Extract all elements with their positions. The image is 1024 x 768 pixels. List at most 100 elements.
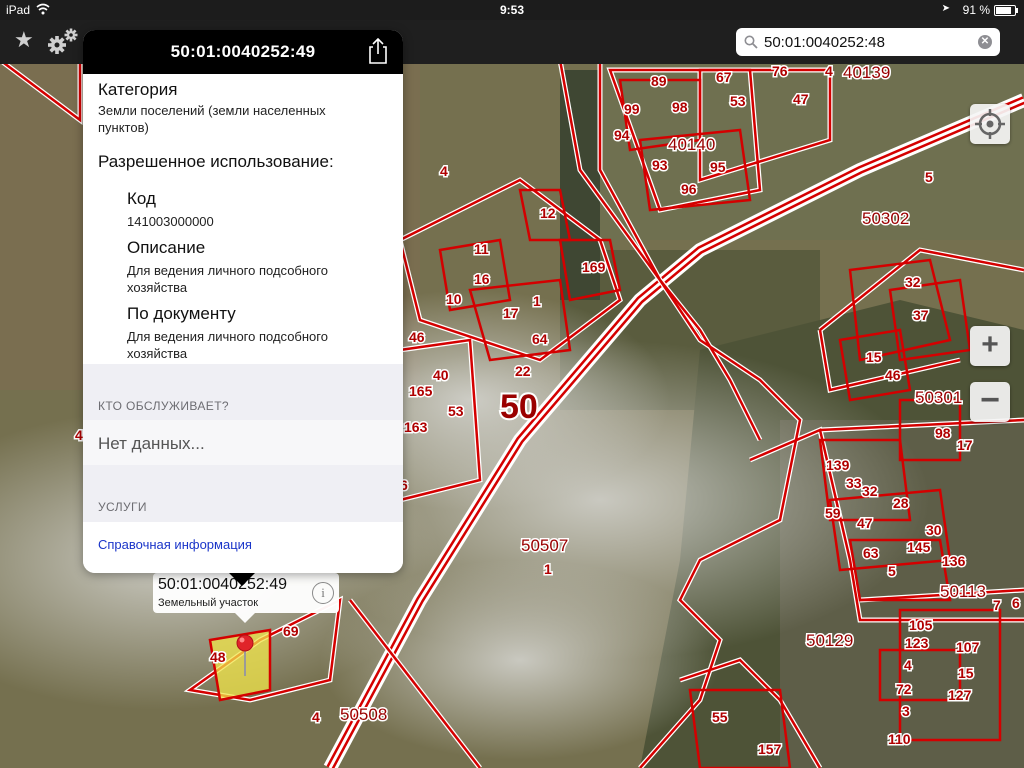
serviced-by-value: Нет данных...: [98, 434, 205, 453]
code-label: Код: [127, 189, 156, 208]
parcel-number-label: 47: [793, 91, 809, 107]
parcel-number-label: 10: [446, 291, 462, 307]
parcel-number-label: 17: [957, 437, 973, 453]
parcel-number-label: 5: [888, 563, 896, 579]
parcel-number-label: 127: [948, 687, 972, 703]
parcel-number-label: 93: [652, 157, 668, 173]
block-label: 40140: [668, 135, 715, 154]
parcel-number-label: 53: [730, 93, 746, 109]
parcel-number-label: 123: [905, 635, 929, 651]
parcel-info-popover: 50:01:0040252:49 Категория Земли поселен…: [83, 30, 403, 573]
code-value: 141003000000: [127, 214, 214, 229]
parcel-number-label: 99: [624, 101, 640, 117]
parcel-number-label: 67: [716, 69, 732, 85]
zoom-out-button[interactable]: −: [970, 382, 1010, 422]
parcel-number-label: 98: [672, 99, 688, 115]
parcel-number-label: 3: [902, 703, 910, 719]
parcel-number-label: 59: [825, 505, 841, 521]
parcel-number-label: 17: [503, 305, 519, 321]
parcel-number-label: 48: [210, 649, 226, 665]
parcel-number-label: 53: [448, 403, 464, 419]
parcel-number-label: 145: [907, 539, 931, 555]
parcel-number-label: 11: [474, 241, 489, 257]
block-label: 50302: [862, 209, 909, 228]
parcel-number-label: 4: [904, 657, 912, 673]
by-document-label: По документу: [127, 304, 236, 323]
callout-title: 50:01:0040252:49: [158, 576, 288, 593]
status-bar: iPad 9:53 ➤ 91 %: [0, 0, 1024, 20]
search-bar[interactable]: ✕: [736, 28, 1000, 56]
star-icon[interactable]: ★: [14, 29, 34, 51]
parcel-number-label: 4: [312, 709, 320, 725]
parcel-number-label: 169: [582, 259, 606, 275]
parcel-number-label: 157: [758, 741, 782, 757]
parcel-number-label: 32: [862, 483, 878, 499]
parcel-number-label: 12: [540, 205, 556, 221]
clear-icon[interactable]: ✕: [978, 35, 992, 49]
parcel-number-label: 139: [826, 457, 850, 473]
gear-icon[interactable]: [46, 26, 80, 56]
category-value: Земли поселений (земли населенных пункто…: [98, 103, 326, 135]
parcel-number-label: 72: [896, 681, 912, 697]
parcel-number-label: 15: [958, 665, 974, 681]
parcel-number-label: 76: [772, 63, 788, 79]
services-header: УСЛУГИ: [98, 500, 147, 514]
block-label: 40139: [843, 63, 890, 82]
share-icon[interactable]: [367, 38, 389, 64]
map-pin-icon[interactable]: [234, 634, 256, 676]
parcel-number-label: 37: [913, 307, 929, 323]
parcel-number-label: 1: [533, 293, 541, 309]
description-value: Для ведения личного подсобного хозяйства: [127, 263, 328, 295]
parcel-number-label: 4: [440, 163, 448, 179]
parcel-number-label: 95: [710, 159, 726, 175]
parcel-number-label: 63: [863, 545, 879, 561]
parcel-number-label: 47: [857, 515, 873, 531]
parcel-number-label: 105: [909, 617, 933, 633]
category-label: Категория: [98, 80, 178, 99]
permitted-use-label: Разрешенное использование:: [98, 152, 334, 171]
block-label: 50507: [521, 536, 568, 555]
block-label: 50508: [340, 705, 387, 724]
parcel-number-label: 15: [866, 349, 882, 365]
description-label: Описание: [127, 238, 206, 257]
parcel-number-label: 4: [825, 63, 833, 79]
locate-button[interactable]: [970, 104, 1010, 144]
clock: 9:53: [499, 3, 525, 17]
parcel-number-label: 96: [681, 181, 697, 197]
block-label: 50301: [915, 388, 962, 407]
reference-info-link[interactable]: Справочная информация: [98, 537, 252, 552]
zoom-in-button[interactable]: +: [970, 326, 1010, 366]
parcel-number-label: 55: [712, 709, 728, 725]
parcel-number-label: 46: [885, 367, 901, 383]
popover-title: 50:01:0040252:49: [170, 42, 316, 61]
crosshair-icon: [975, 109, 1005, 139]
popover-header: 50:01:0040252:49: [83, 30, 403, 74]
search-input[interactable]: [764, 31, 964, 53]
parcel-number-label: 64: [532, 331, 548, 347]
parcel-number-label: 32: [905, 274, 921, 290]
battery-percent: 91 %: [962, 3, 990, 17]
parcel-number-label: 28: [893, 495, 909, 511]
location-arrow-icon: ➤: [941, 3, 950, 14]
parcel-number-label: 33: [846, 475, 862, 491]
serviced-by-header: КТО ОБСЛУЖИВАЕТ?: [98, 399, 230, 413]
block-label: 50129: [806, 631, 853, 650]
parcel-number-label: 89: [651, 73, 667, 89]
battery-icon: [994, 5, 1018, 16]
parcel-number-label: 46: [409, 329, 425, 345]
callout-subtitle: Земельный участок: [158, 597, 259, 609]
road-label: 50: [500, 388, 538, 426]
block-label: 50113: [940, 582, 986, 601]
parcel-number-label: 165: [409, 383, 433, 399]
parcel-number-label: 7: [993, 597, 1001, 613]
parcel-number-label: 40: [433, 367, 449, 383]
info-icon[interactable]: i: [312, 582, 334, 604]
parcel-number-label: 5: [925, 169, 933, 185]
by-document-value: Для ведения личного подсобного хозяйства: [127, 329, 328, 361]
popover-arrow: [229, 573, 255, 586]
parcel-number-label: 98: [935, 425, 951, 441]
parcel-number-label: 136: [942, 553, 966, 569]
parcel-number-label: 110: [888, 731, 911, 747]
parcel-number-label: 6: [1012, 595, 1020, 611]
search-icon: [744, 35, 758, 49]
